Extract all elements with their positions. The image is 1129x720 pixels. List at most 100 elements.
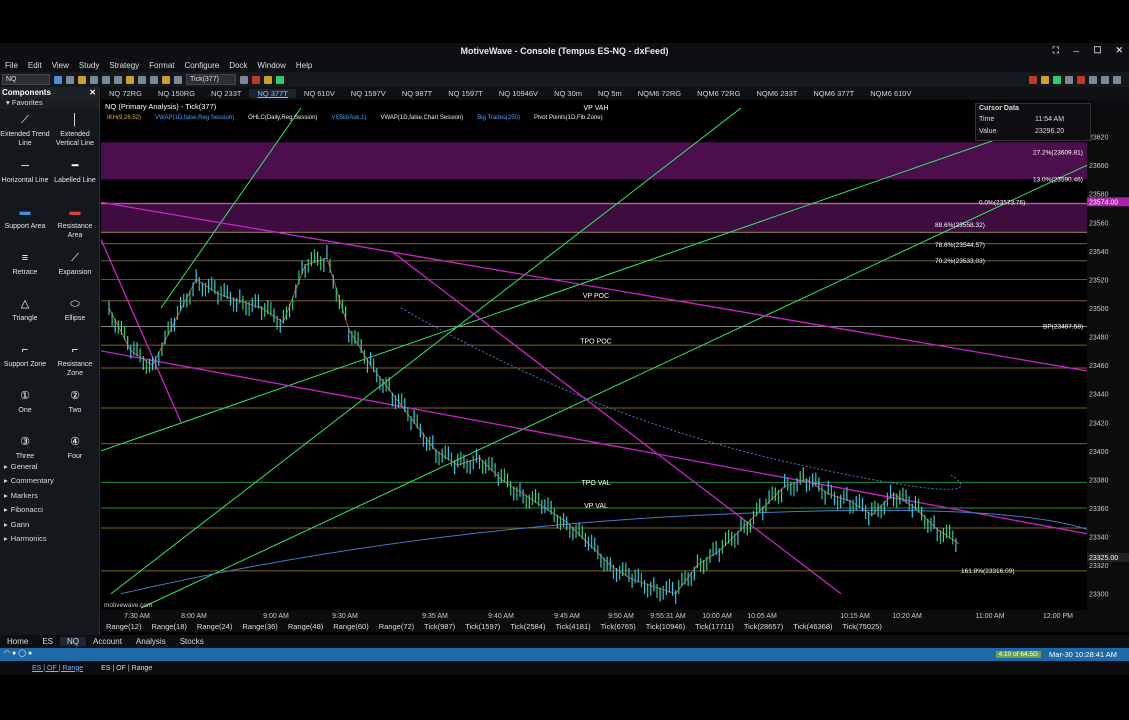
category-gann[interactable]: ▸ Gann [0, 517, 100, 532]
chart-tab[interactable]: NQ 72RG [101, 89, 150, 98]
menu-file[interactable]: File [0, 61, 23, 70]
redo-icon[interactable] [114, 75, 122, 84]
tool-ellipse[interactable]: ⬭ Ellipse [50, 297, 100, 343]
chart-tab[interactable]: NQ 377T [249, 89, 296, 98]
workspace-tab-account[interactable]: Account [86, 637, 129, 646]
study-icon[interactable] [264, 75, 272, 84]
category-commentary[interactable]: ▸ Commentary [0, 474, 100, 489]
chart-tab[interactable]: NQ 1597T [440, 89, 491, 98]
bar-size-option[interactable]: Tick(75025) [838, 622, 887, 631]
tool-horizontal-line[interactable]: ─ Horizontal Line [0, 159, 50, 205]
bar-size-option[interactable]: Range(60) [328, 622, 373, 631]
bar-size-option[interactable]: Tick(2584) [505, 622, 550, 631]
bar-size-option[interactable]: Range(48) [283, 622, 328, 631]
tool-one[interactable]: ① One [0, 389, 50, 435]
category-fibonacci[interactable]: ▸ Fibonacci [0, 503, 100, 518]
workspace-tab-nq[interactable]: NQ [60, 637, 87, 646]
workspace-tab-es[interactable]: ES [35, 637, 60, 646]
favorites-header[interactable]: ▾ Favorites [0, 98, 99, 109]
chart-tab[interactable]: NQ 5m [590, 89, 630, 98]
tool-trend-line[interactable]: ⟋ Extended Trend Line [0, 113, 50, 159]
restore-icon[interactable]: ⛶ [1053, 45, 1059, 56]
symbol-select[interactable]: NQ [2, 74, 50, 85]
chart-tab[interactable]: NQ 30m [546, 89, 590, 98]
price-chart[interactable]: 23300 23320 23340 23360 23380 23400 23420 23440… [101, 100, 1129, 622]
pencil-icon[interactable] [162, 75, 170, 84]
bar-size-option[interactable]: Tick(4181) [550, 622, 595, 631]
layout-icon[interactable] [240, 75, 248, 84]
tool-support-zone[interactable]: ⌐ Support Zone [0, 343, 50, 389]
chart-tab[interactable]: NQM6 610V [862, 89, 919, 98]
bar-size-option[interactable]: Tick(46368) [788, 622, 837, 631]
menu-window[interactable]: Window [252, 61, 290, 70]
connect-icon[interactable] [1053, 75, 1061, 84]
bar-size-option[interactable]: Range(72) [374, 622, 419, 631]
chart-tab[interactable]: NQ 10946V [491, 89, 546, 98]
menu-configure[interactable]: Configure [180, 61, 225, 70]
copy-icon[interactable] [1101, 75, 1109, 84]
chart-tab[interactable]: NQ 987T [394, 89, 440, 98]
close-chart-icon[interactable] [1077, 75, 1085, 84]
dom-icon[interactable] [1041, 75, 1049, 84]
link-icon[interactable] [174, 75, 182, 84]
category-general[interactable]: ▸ General [0, 459, 100, 474]
tool-resistance-area[interactable]: ▬ Resistance Area [50, 205, 100, 251]
tool-labelled-line[interactable]: ━ Labelled Line [50, 159, 100, 205]
category-harmonics[interactable]: ▸ Harmonics [0, 532, 100, 547]
bar-size-option[interactable]: Tick(17711) [690, 622, 739, 631]
bar-size-option[interactable]: Range(36) [237, 622, 282, 631]
tool-expansion[interactable]: ⟋ Expansion [50, 251, 100, 297]
chart-area[interactable]: 23300 23320 23340 23360 23380 23400 23420 23440… [101, 100, 1129, 622]
order-icon[interactable] [1029, 75, 1037, 84]
bar-type-select[interactable]: Tick(377) [186, 74, 236, 85]
save-icon[interactable] [90, 75, 98, 84]
link-tab-1[interactable]: ES | OF | Range [32, 665, 83, 672]
tool-retrace[interactable]: ≡ Retrace [0, 251, 50, 297]
workspace-tab-analysis[interactable]: Analysis [129, 637, 173, 646]
undo-icon[interactable] [102, 75, 110, 84]
menu-view[interactable]: View [47, 61, 74, 70]
open-icon[interactable] [78, 75, 86, 84]
menu-format[interactable]: Format [144, 61, 179, 70]
menu-edit[interactable]: Edit [23, 61, 47, 70]
category-markers[interactable]: ▸ Markers [0, 488, 100, 503]
bar-size-option[interactable]: Range(12) [101, 622, 146, 631]
alert-icon[interactable] [252, 75, 260, 84]
chart-tab[interactable]: NQ 150RG [150, 89, 203, 98]
chart-tab[interactable]: NQM6 377T [805, 89, 862, 98]
chart-tab[interactable]: NQM6 233T [748, 89, 805, 98]
workspace-tab-stocks[interactable]: Stocks [173, 637, 211, 646]
menu-strategy[interactable]: Strategy [104, 61, 144, 70]
tool-triangle[interactable]: △ Triangle [0, 297, 50, 343]
chart-tab[interactable]: NQM6 72RG [630, 89, 689, 98]
close-icon[interactable]: ✕ [89, 88, 96, 97]
bar-size-option[interactable]: Tick(28657) [739, 622, 788, 631]
bar-size-option[interactable]: Tick(1597) [460, 622, 505, 631]
bar-type-icon[interactable] [66, 75, 74, 84]
crosshair-icon[interactable] [150, 75, 158, 84]
tool-vertical-line[interactable]: │ Extended Vertical Line [50, 113, 100, 159]
bar-size-option[interactable]: Tick(6765) [596, 622, 641, 631]
bar-size-option[interactable]: Tick(987) [419, 622, 460, 631]
menu-study[interactable]: Study [74, 61, 104, 70]
close-icon[interactable]: ✕ [1115, 45, 1123, 56]
draw-icon[interactable] [126, 75, 134, 84]
chart-tab[interactable]: NQM6 72RG [689, 89, 748, 98]
link-tab-2[interactable]: ES | OF | Range [101, 665, 152, 672]
workspace-tab-home[interactable]: Home [0, 637, 35, 646]
bar-size-option[interactable]: Tick(10946) [641, 622, 690, 631]
strategy-icon[interactable] [276, 75, 284, 84]
bar-size-option[interactable]: Range(24) [192, 622, 237, 631]
zoom-icon[interactable] [138, 75, 146, 84]
chart-tab[interactable]: NQ 610V [296, 89, 343, 98]
maximize-icon[interactable]: ☐ [1093, 45, 1101, 56]
tool-two[interactable]: ② Two [50, 389, 100, 435]
menu-help[interactable]: Help [291, 61, 317, 70]
search-icon[interactable] [54, 75, 62, 84]
tool-resistance-zone[interactable]: ⌐ Resistance Zone [50, 343, 100, 389]
gear-icon[interactable] [1089, 75, 1097, 84]
chart-tab[interactable]: NQ 233T [203, 89, 249, 98]
chart-tab[interactable]: NQ 1597V [343, 89, 394, 98]
minimize-icon[interactable]: ─ [1073, 46, 1079, 56]
tool-support-area[interactable]: ▬ Support Area [0, 205, 50, 251]
